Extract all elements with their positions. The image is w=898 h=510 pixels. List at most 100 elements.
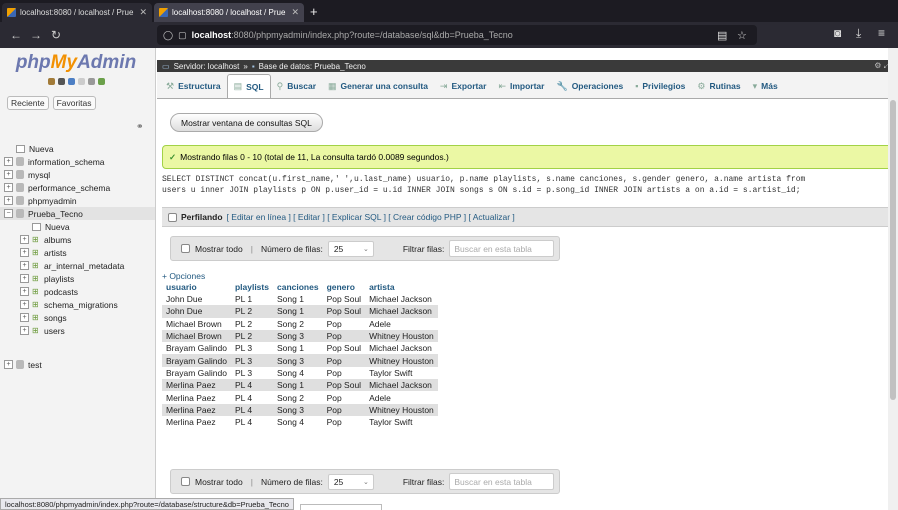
expand-icon[interactable]: + (20, 274, 29, 283)
reload-icon[interactable]: ↻ (46, 28, 66, 42)
tab-importar[interactable]: ⇤ Importar (492, 74, 550, 98)
expand-icon[interactable]: + (4, 196, 13, 205)
expand-icon[interactable]: + (20, 248, 29, 257)
show-all-checkbox[interactable] (181, 244, 190, 253)
pocket-icon[interactable]: ◙ (834, 26, 841, 40)
tree-item[interactable]: + ⊞ ar_internal_metadata (0, 259, 155, 272)
table-row[interactable]: Merlina Paez PL 4 Song 2 Pop Adele (162, 391, 438, 404)
new-tab-plus-icon[interactable]: + (310, 3, 318, 20)
tree-item[interactable]: + ⊞ users (0, 324, 155, 337)
bookmark-star-icon[interactable]: ☆ (737, 29, 747, 42)
query-icon: ▦ (328, 80, 337, 91)
expand-icon[interactable]: + (20, 300, 29, 309)
table-row[interactable]: Merlina Paez PL 4 Song 4 Pop Taylor Swift (162, 415, 438, 429)
tab-estructura[interactable]: ⚒ Estructura (160, 74, 227, 98)
settings-gear-icon[interactable] (88, 78, 95, 85)
exit-icon[interactable] (58, 78, 65, 85)
column-header[interactable]: playlists (230, 281, 273, 293)
tree-item[interactable]: − Prueba_Tecno (0, 207, 155, 220)
table-row[interactable]: Brayam Galindo PL 3 Song 3 Pop Whitney Houst… (162, 354, 438, 367)
tree-item[interactable]: + ⊞ podcasts (0, 285, 155, 298)
filter-rows-input[interactable]: Buscar en esta tabla (449, 473, 555, 490)
sql-query-display[interactable]: SELECT DISTINCT concat(u.first_name,' ',… (162, 174, 892, 202)
expand-icon[interactable]: + (20, 261, 29, 270)
expand-icon[interactable]: + (4, 360, 13, 369)
table-row[interactable]: John Due PL 1 Song 1 Pop Soul Michael Jackso… (162, 293, 438, 306)
table-row[interactable]: Brayam Galindo PL 3 Song 1 Pop Soul Michael … (162, 342, 438, 355)
expand-icon[interactable]: + (20, 313, 29, 322)
table-row[interactable]: Merlina Paez PL 4 Song 3 Pop Whitney Houston (162, 403, 438, 416)
tree-item[interactable]: + ⊞ albums (0, 233, 155, 246)
options-link[interactable]: + Opciones (162, 271, 205, 281)
tab-privilegios[interactable]: ▪ Privilegios (629, 74, 691, 98)
profiling-checkbox[interactable] (168, 212, 177, 222)
link-chain-icon[interactable]: ⚭ (136, 121, 144, 132)
tree-item[interactable]: Nueva (0, 220, 155, 233)
phpmyadmin-logo[interactable]: phpMyAdmin (6, 52, 146, 74)
reader-view-icon[interactable]: ▤ (717, 29, 727, 42)
show-all-checkbox[interactable] (181, 477, 190, 486)
expand-icon[interactable]: + (4, 157, 13, 166)
close-tab-icon[interactable]: ✕ (139, 7, 147, 18)
show-sql-console-button[interactable]: Mostrar ventana de consultas SQL (170, 113, 323, 132)
back-arrow-icon[interactable]: ← (6, 28, 26, 42)
recent-button[interactable]: Reciente (7, 96, 49, 110)
rows-select[interactable]: 25 ⌄ (327, 240, 374, 257)
downloads-icon[interactable]: ⤓ (856, 26, 861, 41)
docs-icon[interactable] (78, 78, 85, 85)
tab-operaciones[interactable]: 🔧 Operaciones (550, 74, 629, 98)
table-row[interactable]: Michael Brown PL 2 Song 2 Pop Adele (162, 317, 438, 330)
new-item-icon (16, 144, 25, 153)
column-header[interactable]: canciones (272, 281, 323, 293)
tree-item[interactable]: + ⊞ schema_migrations (0, 298, 155, 311)
expand-icon[interactable]: + (4, 183, 13, 192)
menu-hamburger-icon[interactable]: ≡ (878, 26, 885, 40)
column-header[interactable]: artista (365, 281, 438, 293)
address-bar[interactable]: ◯ ▢ localhost :8080/phpmyadmin/index.php… (157, 25, 757, 45)
tab-buscar[interactable]: ⚲ Buscar (271, 74, 322, 98)
breadcrumb-database[interactable]: Base de datos: Prueba_Tecno (259, 62, 366, 71)
rows-select[interactable]: 25 ⌄ (327, 473, 374, 490)
tracking-shield-icon[interactable]: ◯ (163, 30, 173, 41)
tree-item[interactable]: Nueva (0, 142, 155, 155)
home-icon[interactable] (48, 78, 55, 85)
breadcrumb-server[interactable]: Servidor: localhost (174, 62, 240, 71)
table-row[interactable]: Michael Brown PL 2 Song 3 Pop Whitney Housto… (162, 329, 438, 343)
column-header[interactable]: genero (322, 281, 366, 293)
tree-item[interactable]: + performance_schema (0, 181, 155, 194)
tab-generar-una-consulta[interactable]: ▦ Generar una consulta (322, 74, 434, 98)
browser-tab[interactable]: localhost:8080 / localhost / Prue ✕ (2, 3, 152, 22)
tab-más[interactable]: ▾ Más (747, 74, 784, 98)
table-row[interactable]: Brayam Galindo PL 3 Song 4 Pop Taylor Swift (162, 366, 438, 380)
column-header[interactable]: usuario (162, 281, 231, 293)
table-cell: Pop Soul (322, 305, 366, 318)
scrollbar-thumb[interactable] (890, 100, 896, 400)
table-row[interactable]: Merlina Paez PL 4 Song 1 Pop Soul Michael Ja… (162, 379, 438, 392)
favorites-button[interactable]: Favoritas (52, 96, 96, 110)
tree-item[interactable]: + ⊞ songs (0, 311, 155, 324)
expand-icon[interactable]: + (20, 235, 29, 244)
tree-item[interactable]: + ⊞ playlists (0, 272, 155, 285)
expand-icon[interactable]: + (20, 287, 29, 296)
tree-item[interactable]: + ⊞ artists (0, 246, 155, 259)
tab-exportar[interactable]: ⇥ Exportar (434, 74, 493, 98)
forward-arrow-icon[interactable]: → (26, 28, 46, 42)
help-icon[interactable] (68, 78, 75, 85)
tree-item[interactable]: + information_schema (0, 155, 155, 168)
table-cell: Song 4 (272, 366, 323, 380)
tree-item[interactable]: + phpmyadmin (0, 194, 155, 207)
reload-nav-icon[interactable] (98, 78, 105, 85)
expand-icon[interactable]: + (4, 170, 13, 179)
tab-rutinas[interactable]: ⚙ Rutinas (691, 74, 746, 98)
close-tab-icon[interactable]: ✕ (291, 7, 299, 18)
query-action-links[interactable]: [ Editar en línea ] [ Editar ] [ Explica… (227, 212, 515, 222)
browser-tab-active[interactable]: localhost:8080 / localhost / Prue ✕ (154, 3, 304, 22)
tree-item[interactable]: + test (0, 358, 155, 371)
filter-rows-input[interactable]: Buscar en esta tabla (449, 240, 555, 257)
tab-sql[interactable]: ▤ SQL (226, 74, 271, 98)
tree-item[interactable]: + mysql (0, 168, 155, 181)
collapse-icon[interactable]: − (4, 209, 13, 218)
expand-icon[interactable]: + (20, 326, 29, 335)
table-row[interactable]: John Due PL 2 Song 1 Pop Soul Michael Jackso… (162, 305, 438, 318)
table-cell: Whitney Houston (365, 403, 438, 416)
